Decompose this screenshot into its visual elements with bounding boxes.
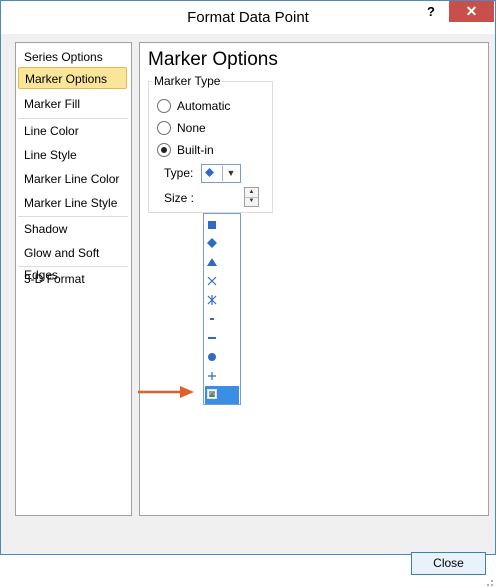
nav-item-line-style[interactable]: Line Style bbox=[18, 144, 127, 166]
format-data-point-dialog: Format Data Point ? ✕ Series Options Mar… bbox=[0, 0, 496, 586]
square-marker-icon bbox=[208, 221, 216, 229]
nav-item-line-color[interactable]: Line Color bbox=[18, 120, 127, 142]
resize-grip-icon[interactable] bbox=[482, 575, 494, 587]
nav-item-shadow[interactable]: Shadow bbox=[18, 218, 127, 240]
marker-option-short-dash[interactable] bbox=[205, 311, 239, 329]
marker-type-dropdown[interactable]: ▼ bbox=[201, 164, 241, 183]
radio-button[interactable] bbox=[157, 121, 171, 135]
marker-type-group-label: Marker Type bbox=[152, 74, 223, 88]
radio-label-none: None bbox=[177, 121, 206, 135]
nav-item-marker-line-color[interactable]: Marker Line Color bbox=[18, 168, 127, 190]
dialog-body: Series Options Marker Options Marker Fil… bbox=[2, 34, 494, 586]
marker-option-picture[interactable] bbox=[205, 386, 239, 404]
marker-option-triangle[interactable] bbox=[205, 254, 239, 272]
chevron-down-icon[interactable]: ▼ bbox=[222, 166, 239, 181]
pointer-arrow-icon bbox=[138, 386, 194, 398]
long-dash-marker-icon bbox=[208, 337, 216, 339]
marker-type-list bbox=[203, 213, 241, 405]
nav-divider bbox=[18, 216, 128, 217]
nav-item-series-options[interactable]: Series Options bbox=[18, 46, 127, 68]
x-marker-icon bbox=[207, 276, 217, 286]
help-button[interactable]: ? bbox=[417, 2, 445, 22]
nav-divider bbox=[18, 266, 128, 267]
radio-label-automatic: Automatic bbox=[177, 99, 231, 113]
plus-marker-icon bbox=[208, 372, 216, 380]
diamond-marker-icon bbox=[205, 168, 214, 177]
panel-title: Marker Options bbox=[148, 49, 278, 70]
nav-item-glow-and-soft-edges[interactable]: Glow and Soft Edges bbox=[18, 242, 127, 282]
title-bar: Format Data Point ? ✕ bbox=[1, 1, 495, 34]
marker-option-square[interactable] bbox=[205, 217, 239, 235]
marker-option-star[interactable] bbox=[205, 292, 239, 310]
size-spinner[interactable]: ▲ ▼ bbox=[244, 187, 259, 207]
marker-option-long-dash[interactable] bbox=[205, 330, 239, 348]
short-dash-marker-icon bbox=[210, 318, 214, 320]
nav-item-marker-fill[interactable]: Marker Fill bbox=[18, 93, 127, 115]
nav-divider bbox=[18, 118, 128, 119]
marker-option-x[interactable] bbox=[205, 273, 239, 291]
marker-option-diamond[interactable] bbox=[205, 235, 239, 253]
nav-item-3d-format[interactable]: 3-D Format bbox=[18, 268, 127, 290]
diamond-marker-icon bbox=[207, 238, 217, 248]
spin-down-icon[interactable]: ▼ bbox=[245, 197, 258, 206]
nav-item-marker-options[interactable]: Marker Options bbox=[18, 67, 127, 89]
radio-selected-dot bbox=[161, 147, 167, 153]
radio-button-checked[interactable] bbox=[157, 143, 171, 157]
picture-marker-icon bbox=[207, 389, 217, 399]
close-button[interactable]: Close bbox=[411, 552, 486, 575]
triangle-marker-icon bbox=[207, 258, 217, 266]
radio-button[interactable] bbox=[157, 99, 171, 113]
circle-marker-icon bbox=[208, 353, 216, 361]
star-marker-icon bbox=[207, 295, 217, 305]
window-close-button[interactable]: ✕ bbox=[449, 1, 494, 22]
radio-label-built-in: Built-in bbox=[177, 143, 214, 157]
size-label: Size : bbox=[164, 191, 195, 205]
type-label: Type: bbox=[164, 166, 194, 180]
options-panel: Marker Options Marker Type Automatic Non… bbox=[139, 42, 489, 516]
nav-item-marker-line-style[interactable]: Marker Line Style bbox=[18, 192, 127, 214]
marker-option-circle[interactable] bbox=[205, 349, 239, 367]
marker-option-plus[interactable] bbox=[205, 368, 239, 386]
category-list: Series Options Marker Options Marker Fil… bbox=[15, 42, 132, 516]
